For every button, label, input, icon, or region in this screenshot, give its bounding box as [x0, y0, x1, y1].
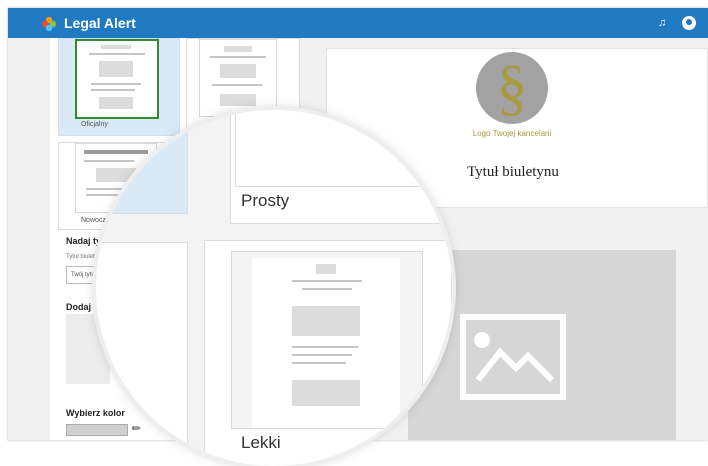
zoom-label-prosty: Prosty — [241, 191, 290, 210]
app-title: Legal Alert — [64, 15, 136, 31]
zoom-thumb — [235, 110, 447, 187]
zoom-left-card — [96, 242, 188, 466]
bulletin-title: Tytuł biuletynu — [467, 164, 559, 180]
zoom-card-lekki[interactable]: Lekki — [204, 240, 452, 466]
template-thumb — [199, 39, 277, 117]
bell-icon[interactable]: ♫ — [658, 17, 666, 29]
law-firm-logo: § — [476, 52, 548, 124]
magnifier-lens: Prosty Lekki — [96, 110, 452, 466]
zoom-card-prosty[interactable]: Prosty — [230, 110, 452, 224]
zoom-left-card-top — [96, 110, 188, 214]
top-bar: Legal Alert ♫ — [8, 8, 708, 38]
zoom-label-lekki: Lekki — [241, 433, 281, 452]
app-logo-icon — [41, 16, 57, 32]
template-thumb — [75, 39, 159, 119]
logo-caption: Logo Twojej kancelarii — [472, 129, 552, 138]
paragraph-icon: § — [496, 54, 528, 122]
user-avatar-icon[interactable] — [682, 16, 696, 30]
image-icon — [460, 314, 566, 400]
zoom-thumb — [231, 251, 423, 429]
